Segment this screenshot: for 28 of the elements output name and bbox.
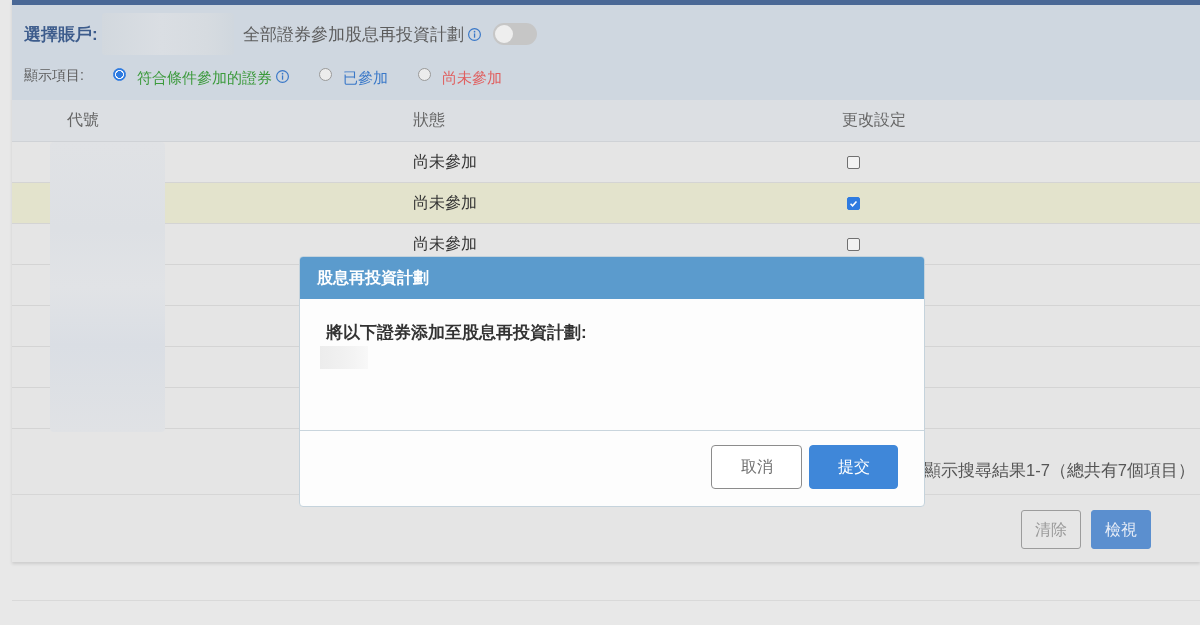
action-button[interactable]: 清除 (1021, 510, 1081, 549)
column-header: 代號 (67, 110, 99, 130)
radio-button[interactable] (318, 67, 332, 81)
status-text: 尚未參加 (413, 192, 477, 213)
dialog-title: 股息再投資計劃 (317, 267, 429, 288)
filter-label: 顯示項目: (24, 67, 84, 85)
account-label: 選擇賬戶: (24, 23, 98, 46)
radio-label[interactable]: 符合條件參加的證券 (136, 68, 272, 88)
radio-label[interactable]: 已參加 (342, 68, 388, 88)
column-header: 更改設定 (842, 110, 906, 130)
toggle-label: 全部證券參加股息再投資計劃 (242, 23, 464, 46)
checkbox[interactable] (847, 237, 860, 251)
status-text: 尚未參加 (413, 233, 477, 254)
column-header: 狀態 (413, 110, 445, 130)
status-text: 尚未參加 (413, 151, 477, 172)
radio-button[interactable] (112, 67, 126, 81)
toggle-switch[interactable] (492, 23, 537, 45)
radio-label[interactable]: 尚未參加 (441, 68, 502, 88)
action-button[interactable]: 檢視 (1091, 510, 1151, 549)
info-icon[interactable] (275, 69, 289, 83)
checkbox[interactable] (847, 155, 860, 169)
checkbox[interactable] (847, 196, 860, 210)
dialog-message: 將以下證券添加至股息再投資計劃: (326, 322, 587, 344)
dialog-button[interactable]: 提交 (809, 445, 898, 489)
info-icon[interactable] (467, 27, 481, 41)
dialog-button[interactable]: 取消 (711, 445, 802, 489)
radio-button[interactable] (417, 67, 431, 81)
results-count: 顯示搜尋結果1-7（總共有7個項目） (923, 460, 1195, 481)
